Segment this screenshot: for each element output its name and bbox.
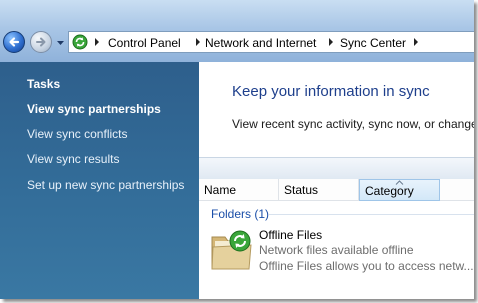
main-content: Keep your information in sync View recen… — [199, 62, 474, 299]
item-details: Offline Files allows you to access netw.… — [259, 259, 474, 273]
item-name: Offline Files — [259, 228, 323, 242]
breadcrumb-separator-icon[interactable] — [93, 36, 101, 48]
breadcrumb-separator-icon[interactable] — [194, 36, 202, 48]
forward-arrow-icon — [36, 37, 46, 47]
column-header-label: Category — [365, 184, 414, 198]
group-divider — [269, 214, 474, 215]
forward-button[interactable] — [30, 31, 52, 53]
recent-pages-dropdown-icon[interactable] — [56, 38, 65, 47]
task-view-sync-conflicts[interactable]: View sync conflicts — [27, 127, 127, 141]
navigation-bar: Control Panel Network and Internet Sync … — [0, 0, 474, 62]
breadcrumb-sync-center[interactable]: Sync Center — [340, 36, 406, 50]
breadcrumb-control-panel[interactable]: Control Panel — [108, 36, 181, 50]
column-header-status[interactable]: Status — [279, 179, 359, 201]
address-bar[interactable]: Control Panel Network and Internet Sync … — [68, 31, 474, 53]
column-header-category[interactable]: Category — [359, 179, 440, 201]
tasks-pane: Tasks View sync partnerships View sync c… — [0, 62, 199, 299]
sync-center-window: Control Panel Network and Internet Sync … — [0, 0, 474, 299]
item-description: Network files available offline — [259, 243, 414, 257]
breadcrumb-separator-icon[interactable] — [327, 36, 335, 48]
breadcrumb-separator-icon[interactable] — [412, 36, 420, 48]
task-view-sync-partnerships[interactable]: View sync partnerships — [27, 102, 161, 116]
group-header-folders[interactable]: Folders (1) — [211, 207, 269, 221]
column-header-label: Name — [204, 183, 237, 197]
back-arrow-icon — [9, 37, 20, 47]
sync-folder-icon — [211, 230, 252, 270]
task-set-up-new-sync-partnerships[interactable]: Set up new sync partnerships — [27, 178, 184, 192]
page-title: Keep your information in sync — [232, 83, 430, 100]
sync-center-icon — [72, 34, 88, 50]
task-view-sync-results[interactable]: View sync results — [27, 152, 119, 166]
page-subtitle: View recent sync activity, sync now, or … — [232, 117, 474, 131]
column-header-filler — [440, 179, 474, 201]
column-header-name[interactable]: Name — [199, 179, 279, 201]
toolbar-band — [199, 157, 474, 180]
tasks-heading: Tasks — [27, 77, 61, 91]
back-button[interactable] — [3, 31, 25, 53]
breadcrumb-network-and-internet[interactable]: Network and Internet — [205, 36, 316, 50]
column-header-label: Status — [284, 183, 319, 197]
